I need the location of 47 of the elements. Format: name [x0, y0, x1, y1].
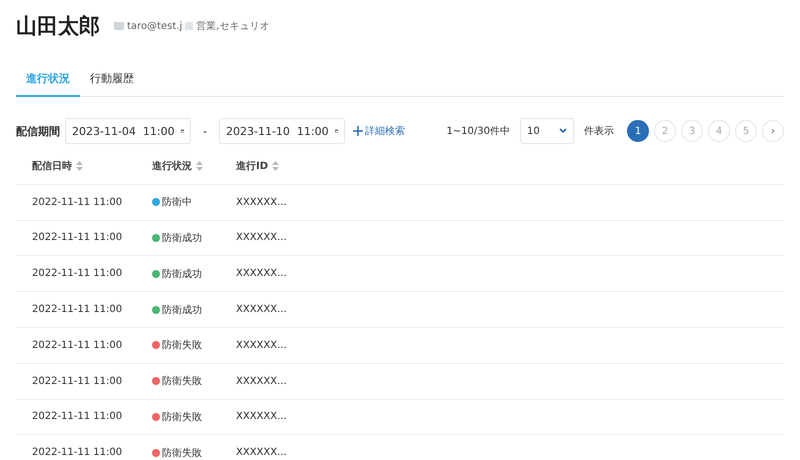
id-cell-text: XXXXXX...	[236, 232, 288, 244]
date-field[interactable]: 2023-11-04 11:00	[65, 118, 191, 144]
status-text: 防衛失敗	[162, 374, 202, 388]
user-email: taro@test.j	[127, 20, 182, 32]
date-cell-text: 2022-11-11 11:00	[32, 340, 124, 351]
status-text: 防衛失敗	[162, 338, 202, 352]
id-cell-text: XXXXXX...	[236, 447, 288, 458]
advanced-search-link[interactable]: 詳細検索	[352, 124, 405, 138]
date-cell-text: 2022-11-11 11:00	[32, 447, 124, 458]
date-cell-text: 2022-11-11 11:00	[32, 304, 124, 316]
date-cell-text: 2022-11-11 11:00	[32, 232, 124, 244]
user-name: 山田太郎	[16, 13, 100, 40]
id-cell-text: XXXXXX...	[236, 196, 288, 208]
status-text: 防衛成功	[162, 268, 202, 281]
date-cell-text: 2022-11-11 11:00	[32, 376, 124, 387]
date-field[interactable]: 2023-11-10 11:00	[218, 118, 345, 144]
column-header: 配信日時	[32, 160, 72, 174]
result-count: 1~10/30件中	[446, 124, 510, 138]
id-cell-text: XXXXXX...	[236, 376, 288, 387]
sort-icon[interactable]	[196, 161, 203, 172]
status-text: 防衛失敗	[162, 446, 202, 460]
status-text: 防衛失敗	[162, 410, 202, 424]
range-separator: -	[203, 124, 207, 138]
plus-icon	[352, 126, 363, 136]
page-button[interactable]: 1	[627, 120, 649, 142]
id-cell-text: XXXXXX...	[236, 304, 288, 316]
column-header: 進行状況	[152, 160, 192, 174]
user-tags: 営業,セキュリオ	[196, 19, 270, 33]
status-text: 防衛成功	[162, 304, 202, 317]
next-page-button[interactable]: ›	[762, 120, 784, 142]
tab[interactable]: 行動履歴	[80, 64, 144, 97]
date-cell-text: 2022-11-11 11:00	[32, 411, 124, 422]
id-cell-text: XXXXXX...	[236, 411, 288, 422]
date-cell-text: 2022-11-11 11:00	[32, 268, 124, 280]
per-page-label: 件表示	[584, 124, 614, 138]
chevron-down-icon	[559, 128, 567, 134]
id-cell-text: XXXXXX...	[236, 340, 288, 351]
date-cell-text: 2022-11-11 11:00	[32, 196, 124, 208]
column-header: 進行ID	[236, 160, 268, 174]
id-cell-text: XXXXXX...	[236, 268, 288, 280]
sort-icon[interactable]	[76, 161, 83, 172]
tab[interactable]: 進行状況	[16, 64, 80, 97]
status-text: 防衛中	[162, 196, 192, 210]
sort-icon[interactable]	[272, 161, 280, 172]
per-page-select[interactable]: 10	[520, 118, 574, 144]
status-text: 防衛成功	[162, 232, 202, 245]
period-label: 配信期間	[16, 124, 60, 138]
